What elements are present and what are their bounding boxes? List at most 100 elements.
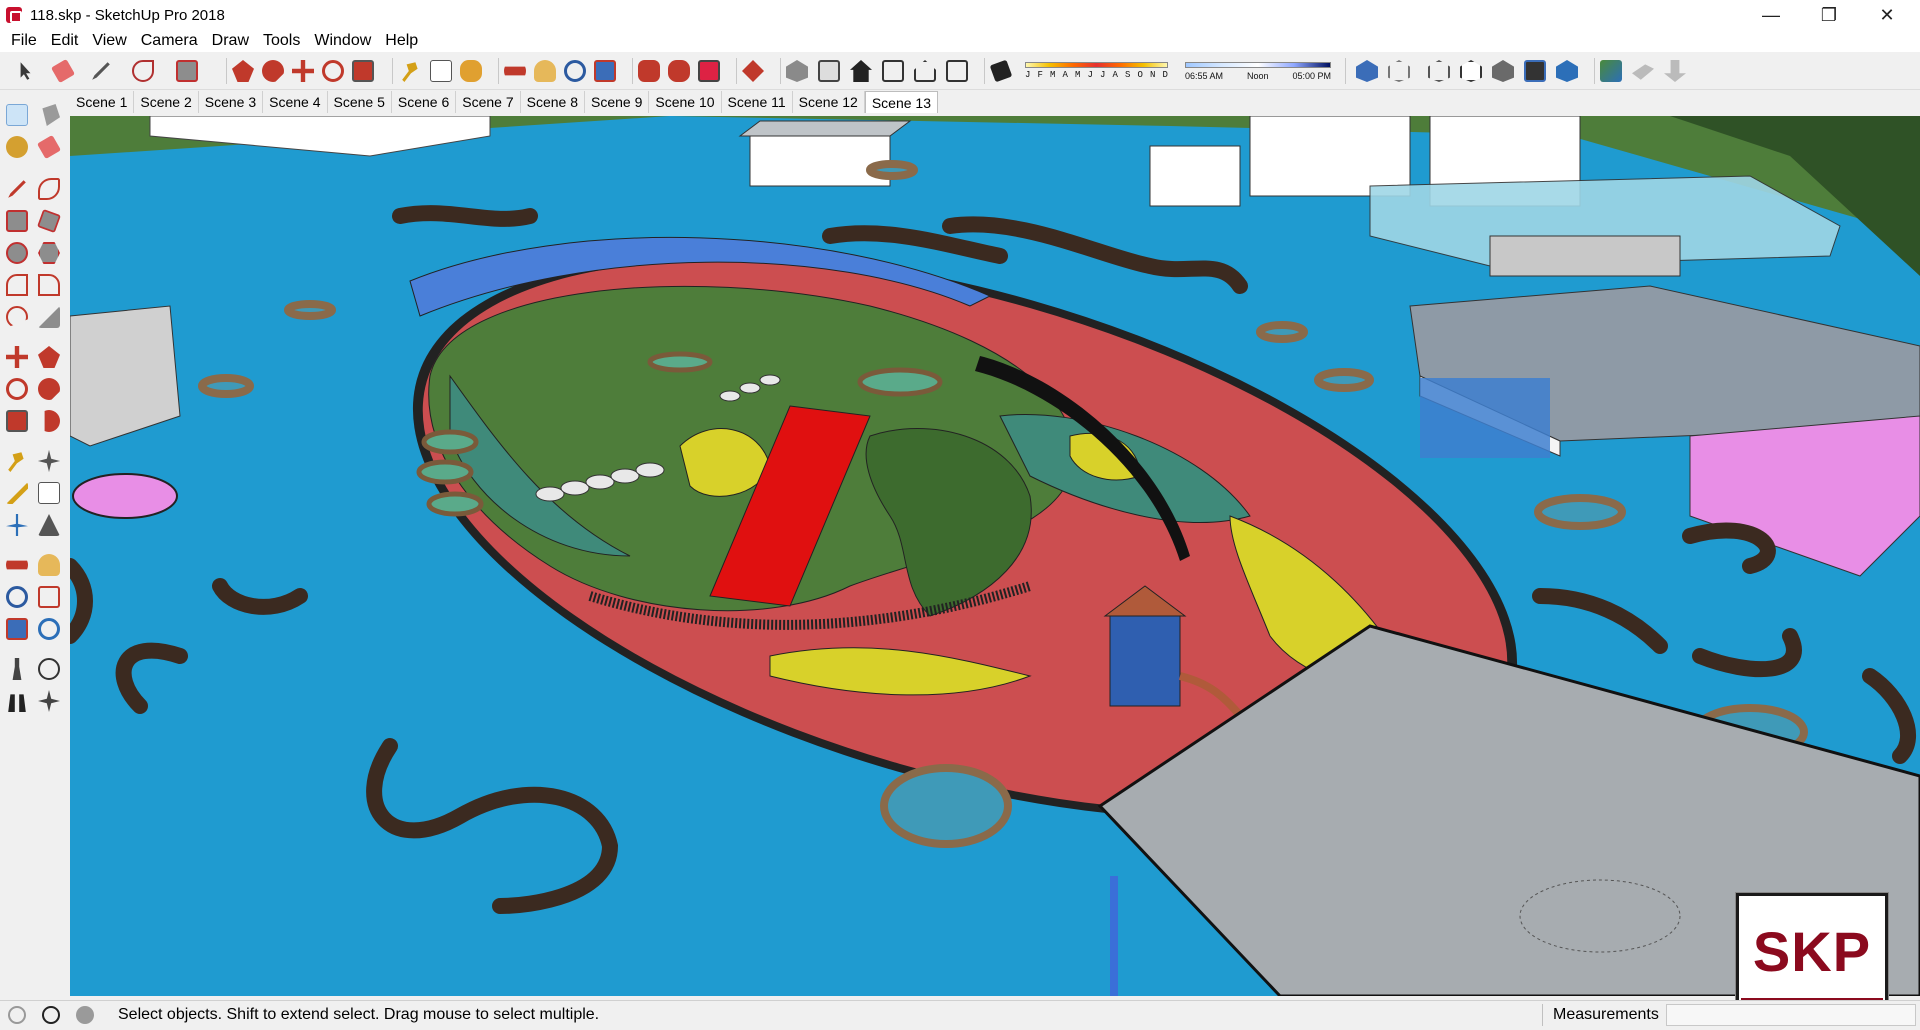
- zoom-tool-icon[interactable]: [6, 586, 28, 608]
- month-label: D: [1162, 70, 1168, 80]
- scene-tab-9[interactable]: Scene 9: [585, 91, 650, 113]
- paint-bucket-icon[interactable]: [460, 60, 482, 82]
- time-labels: 06:55 AM Noon 05:00 PM: [1185, 71, 1331, 81]
- user-account-icon[interactable]: [76, 1006, 94, 1024]
- large-tool-set: [0, 100, 68, 994]
- status-separator: [1542, 1004, 1543, 1026]
- scene-tab-6[interactable]: Scene 6: [392, 91, 457, 113]
- model-viewport[interactable]: [70, 116, 1920, 996]
- scene-tab-5[interactable]: Scene 5: [328, 91, 392, 113]
- toolbar-separator: [498, 58, 499, 84]
- add-location-icon[interactable]: [1600, 60, 1622, 82]
- skp-logo-text: SKP: [1752, 919, 1872, 983]
- extension-warehouse-icon[interactable]: [668, 60, 690, 82]
- menu-tools[interactable]: Tools: [256, 30, 307, 52]
- scene-tab-2[interactable]: Scene 2: [134, 91, 199, 113]
- shadow-month-slider[interactable]: J F M A M J J A S O N D: [1025, 60, 1168, 84]
- scene-tab-3[interactable]: Scene 3: [199, 91, 264, 113]
- scale-tool-icon[interactable]: [6, 410, 28, 432]
- paint-bucket-icon[interactable]: [6, 136, 28, 158]
- menu-draw[interactable]: Draw: [205, 30, 256, 52]
- menu-view[interactable]: View: [85, 30, 133, 52]
- measurements-field[interactable]: [1666, 1004, 1916, 1026]
- pan-tool-icon[interactable]: [38, 554, 60, 576]
- month-label: O: [1137, 70, 1143, 80]
- month-label: J: [1025, 70, 1031, 80]
- time-noon-label: Noon: [1246, 71, 1269, 81]
- top-right-building-2: [1249, 116, 1411, 197]
- geo-location-icon[interactable]: [8, 1006, 26, 1024]
- top-center-building: [749, 135, 891, 187]
- right-building-glass-pink: [1689, 415, 1920, 577]
- scene-tab-1[interactable]: Scene 1: [70, 91, 135, 113]
- month-gradient-bar: [1025, 62, 1168, 68]
- scene-tab-11[interactable]: Scene 11: [722, 91, 793, 113]
- shaded-textures-style-icon[interactable]: [1524, 60, 1546, 82]
- rotate-tool-icon[interactable]: [322, 60, 344, 82]
- menu-camera[interactable]: Camera: [134, 30, 205, 52]
- scene-tab-10[interactable]: Scene 10: [649, 91, 722, 113]
- pan-tool-icon[interactable]: [534, 60, 556, 82]
- scene-tab-7[interactable]: Scene 7: [456, 91, 521, 113]
- measurements-label: Measurements: [1553, 1006, 1659, 1023]
- zoom-extents-icon[interactable]: [594, 60, 616, 82]
- credits-info-icon[interactable]: [42, 1006, 60, 1024]
- menu-file[interactable]: File: [4, 30, 44, 52]
- month-label: N: [1150, 70, 1156, 80]
- top-left-building: [149, 116, 491, 157]
- month-label: M: [1050, 70, 1056, 80]
- title-bar: 118.skp - SketchUp Pro 2018 — ❐ ✕: [0, 0, 1920, 30]
- close-button[interactable]: ✕: [1858, 0, 1916, 30]
- status-message: Select objects. Shift to extend select. …: [118, 1006, 600, 1023]
- month-label: J: [1087, 70, 1093, 80]
- shadow-time-slider[interactable]: 06:55 AM Noon 05:00 PM: [1185, 60, 1331, 84]
- month-label: J: [1100, 70, 1106, 80]
- menu-edit[interactable]: Edit: [44, 30, 86, 52]
- scene-tabs: Scene 1 Scene 2 Scene 3 Scene 4 Scene 5 …: [70, 91, 939, 113]
- maximize-button[interactable]: ❐: [1800, 0, 1858, 30]
- time-end-label: 05:00 PM: [1292, 71, 1331, 81]
- minimize-button[interactable]: —: [1742, 0, 1800, 30]
- top-view-icon[interactable]: [818, 60, 840, 82]
- zoom-tool-icon[interactable]: [564, 60, 586, 82]
- month-label: A: [1112, 70, 1118, 80]
- text-tool-icon[interactable]: [38, 482, 60, 504]
- month-labels: J F M A M J J A S O N D: [1025, 70, 1168, 80]
- toolbar-separator: [392, 58, 393, 84]
- menu-window[interactable]: Window: [307, 30, 378, 52]
- arc-tool-icon[interactable]: [132, 60, 154, 82]
- toolbar-separator: [1345, 58, 1346, 84]
- toolbar-separator: [780, 58, 781, 84]
- bridge-base: [1489, 235, 1681, 277]
- scene-tab-4[interactable]: Scene 4: [263, 91, 328, 113]
- arc-tool-icon[interactable]: [6, 274, 28, 296]
- toolbar-separator: [736, 58, 737, 84]
- zoom-extents-icon[interactable]: [6, 618, 28, 640]
- text-tool-icon[interactable]: [430, 60, 452, 82]
- two-point-arc-icon[interactable]: [38, 274, 60, 296]
- menu-help[interactable]: Help: [378, 30, 425, 52]
- month-label: F: [1037, 70, 1043, 80]
- scene-tab-12[interactable]: Scene 12: [793, 91, 865, 113]
- 3d-warehouse-icon[interactable]: [638, 60, 660, 82]
- scene-tab-8[interactable]: Scene 8: [521, 91, 585, 113]
- left-view-icon[interactable]: [946, 60, 968, 82]
- zoom-window-icon[interactable]: [38, 586, 60, 608]
- layout-send-icon[interactable]: [698, 60, 720, 82]
- scale-tool-icon[interactable]: [352, 60, 374, 82]
- previous-view-icon[interactable]: [38, 618, 60, 640]
- look-around-icon[interactable]: [38, 658, 60, 680]
- rectangle-tool-icon[interactable]: [6, 210, 28, 232]
- right-view-icon[interactable]: [882, 60, 904, 82]
- scene-tab-13[interactable]: Scene 13: [864, 91, 939, 113]
- rectangle-tool-icon[interactable]: [176, 60, 198, 82]
- rotate-tool-icon[interactable]: [6, 378, 28, 400]
- select-tool-icon[interactable]: [6, 104, 28, 126]
- month-label: S: [1125, 70, 1131, 80]
- toolbar-separator: [1594, 58, 1595, 84]
- canopy-support-column: [1110, 876, 1118, 996]
- toolbar-separator: [226, 58, 227, 84]
- circle-tool-icon[interactable]: [6, 242, 28, 264]
- window-title: 118.skp - SketchUp Pro 2018: [30, 6, 225, 24]
- month-label: M: [1075, 70, 1081, 80]
